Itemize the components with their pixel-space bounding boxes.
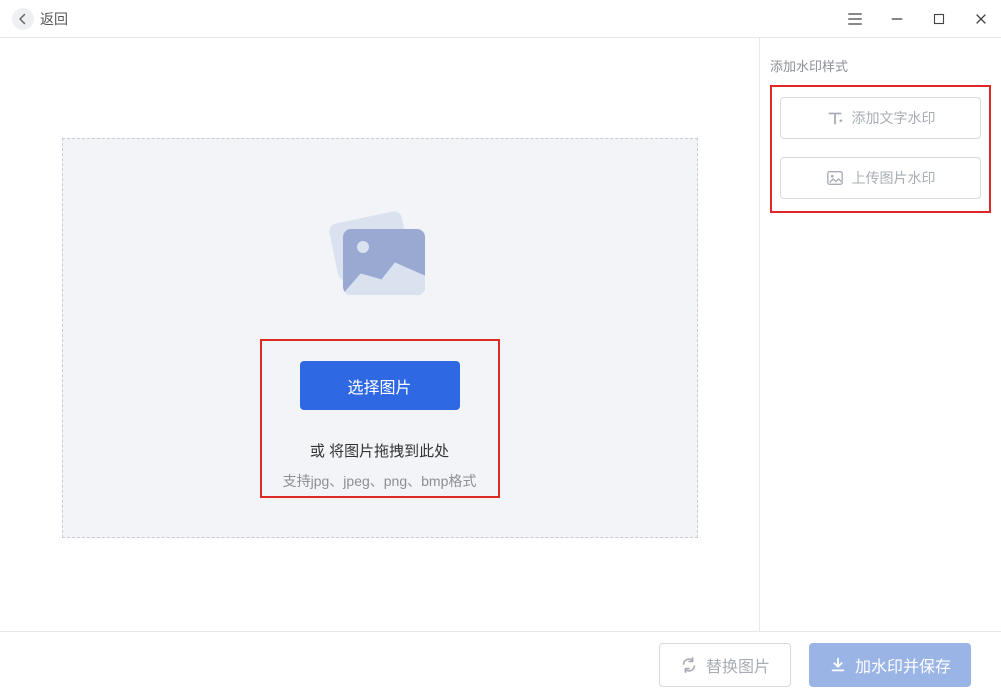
window-controls — [843, 7, 993, 31]
watermark-options-highlight-box: 添加文字水印 上传图片水印 — [770, 85, 991, 213]
close-icon[interactable] — [969, 7, 993, 31]
sidebar-title: 添加水印样式 — [770, 56, 991, 75]
image-watermark-label: 上传图片水印 — [852, 168, 936, 188]
maximize-icon[interactable] — [927, 7, 951, 31]
text-icon — [826, 109, 844, 127]
bottom-bar: 替换图片 加水印并保存 — [0, 631, 1001, 697]
main-content: 选择图片 或 将图片拖拽到此处 支持jpg、jpeg、png、bmp格式 添加水… — [0, 38, 1001, 631]
text-watermark-label: 添加文字水印 — [852, 108, 936, 128]
select-image-button[interactable]: 选择图片 — [300, 361, 460, 410]
replace-icon — [680, 656, 698, 674]
upload-image-watermark-button[interactable]: 上传图片水印 — [780, 157, 981, 199]
replace-image-button[interactable]: 替换图片 — [659, 643, 791, 687]
upload-highlight-box: 选择图片 或 将图片拖拽到此处 支持jpg、jpeg、png、bmp格式 — [260, 339, 500, 498]
back-arrow-icon — [12, 8, 34, 30]
download-icon — [829, 656, 847, 674]
back-button[interactable]: 返回 — [12, 8, 68, 30]
left-pane: 选择图片 或 将图片拖拽到此处 支持jpg、jpeg、png、bmp格式 — [0, 38, 760, 631]
add-text-watermark-button[interactable]: 添加文字水印 — [780, 97, 981, 139]
supported-formats-text: 支持jpg、jpeg、png、bmp格式 — [283, 471, 477, 491]
replace-image-label: 替换图片 — [706, 653, 770, 677]
back-label: 返回 — [40, 9, 68, 29]
minimize-icon[interactable] — [885, 7, 909, 31]
image-dropzone[interactable]: 选择图片 或 将图片拖拽到此处 支持jpg、jpeg、png、bmp格式 — [62, 138, 698, 538]
save-label: 加水印并保存 — [855, 653, 951, 677]
menu-icon[interactable] — [843, 7, 867, 31]
title-bar: 返回 — [0, 0, 1001, 38]
right-pane: 添加水印样式 添加文字水印 上传图片水印 — [760, 38, 1001, 631]
save-with-watermark-button[interactable]: 加水印并保存 — [809, 643, 971, 687]
image-icon — [826, 169, 844, 187]
drag-hint-text: 或 将图片拖拽到此处 — [310, 440, 449, 461]
placeholder-image-icon — [325, 209, 435, 319]
